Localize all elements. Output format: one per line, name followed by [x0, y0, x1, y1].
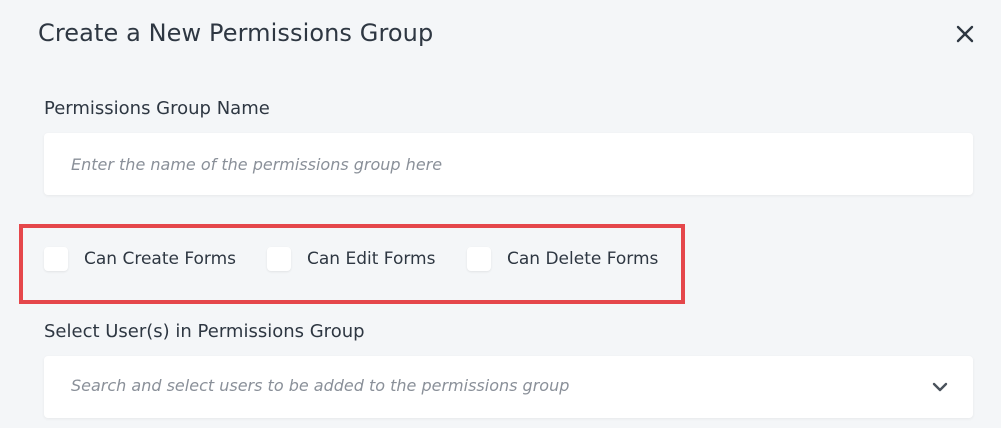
- create-permissions-group-modal: Create a New Permissions Group Permissio…: [0, 0, 1001, 428]
- select-users-dropdown[interactable]: Search and select users to be added to t…: [44, 356, 973, 418]
- checkbox-label: Can Edit Forms: [307, 249, 436, 269]
- chevron-down-icon[interactable]: [932, 379, 948, 395]
- modal-title: Create a New Permissions Group: [38, 19, 434, 47]
- checkbox-box[interactable]: [467, 247, 491, 271]
- select-users-label: Select User(s) in Permissions Group: [44, 321, 365, 342]
- close-icon: [956, 25, 974, 43]
- can-delete-forms-checkbox[interactable]: Can Delete Forms: [467, 246, 658, 272]
- close-button[interactable]: [952, 21, 978, 47]
- group-name-input[interactable]: [44, 133, 973, 195]
- can-edit-forms-checkbox[interactable]: Can Edit Forms: [267, 246, 435, 272]
- checkbox-box[interactable]: [44, 247, 68, 271]
- checkbox-label: Can Create Forms: [84, 249, 237, 269]
- checkbox-box[interactable]: [267, 247, 291, 271]
- group-name-label: Permissions Group Name: [44, 98, 270, 119]
- can-create-forms-checkbox[interactable]: Can Create Forms: [44, 246, 236, 272]
- select-users-placeholder: Search and select users to be added to t…: [71, 376, 570, 395]
- checkbox-label: Can Delete Forms: [507, 249, 659, 269]
